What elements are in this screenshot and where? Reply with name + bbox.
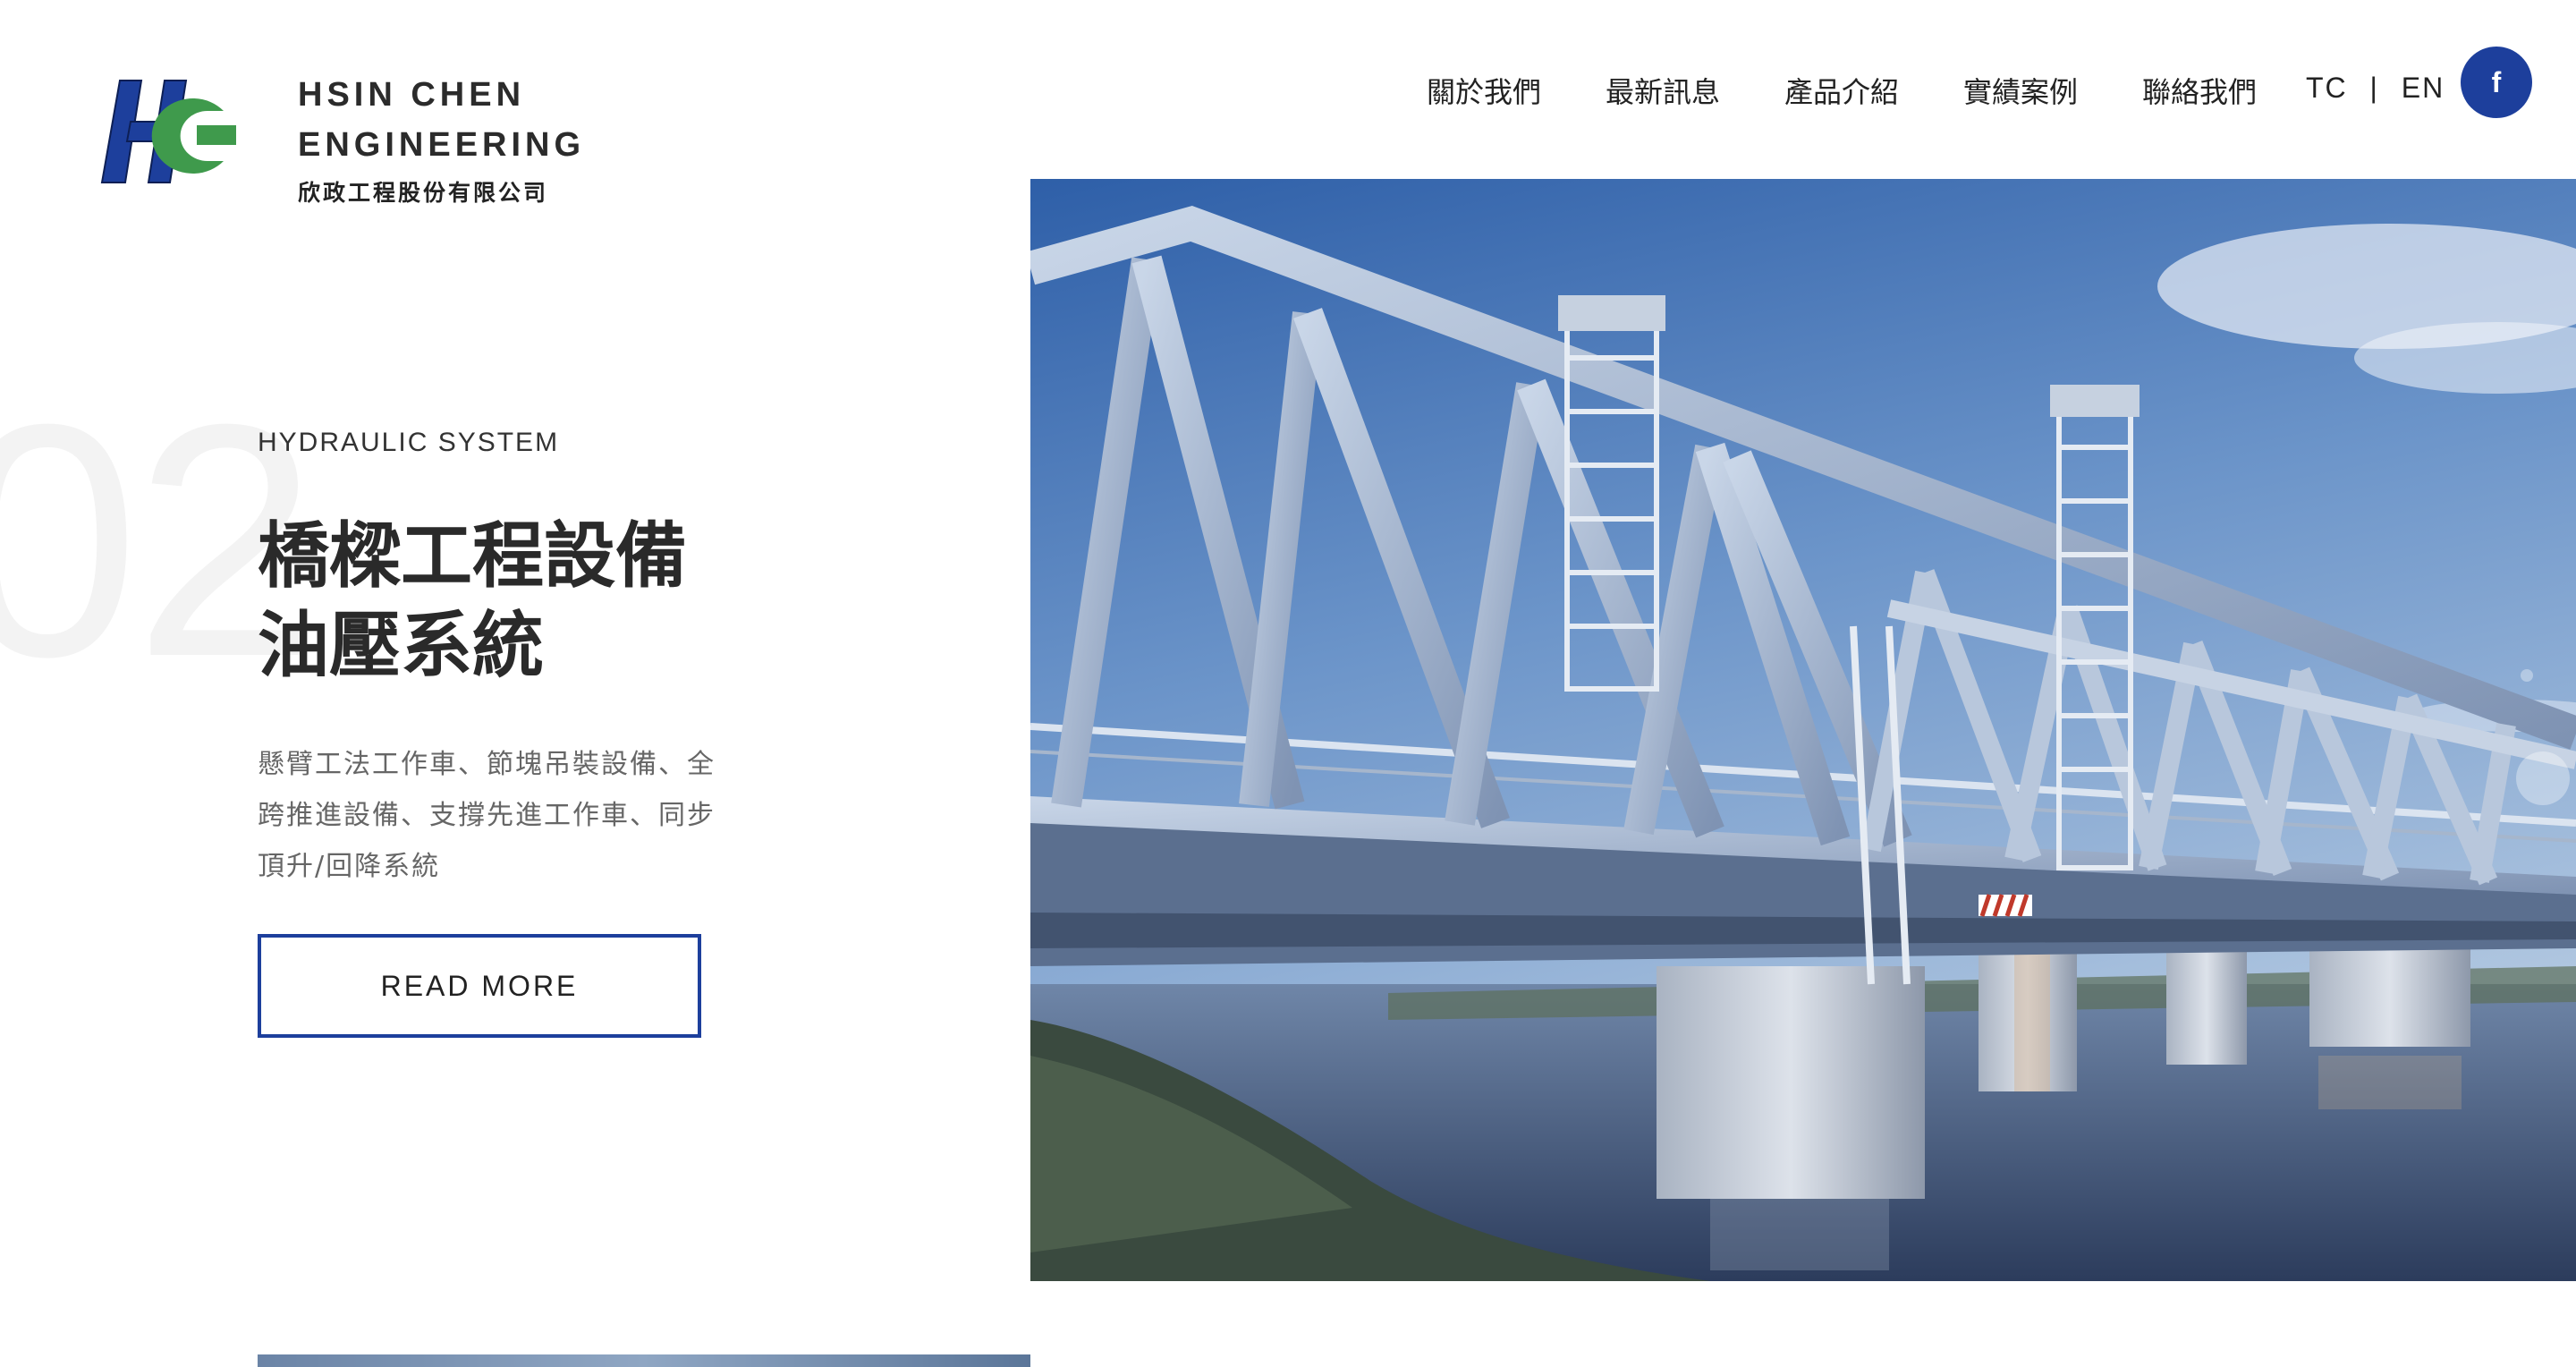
brand-name-en-line2: ENGINEERING	[298, 126, 586, 164]
slide-subtitle: HYDRAULIC SYSTEM	[258, 428, 560, 457]
slide-description: 懸臂工法工作車、節塊吊裝設備、全 跨推進設備、支撐先進工作車、同步 頂升/回降系…	[258, 739, 758, 892]
nav-item-contact[interactable]: 聯絡我們	[2142, 70, 2257, 111]
carousel-indicator[interactable]	[2516, 751, 2570, 805]
nav-item-news[interactable]: 最新訊息	[1606, 70, 1720, 111]
lang-separator: |	[2369, 72, 2379, 104]
nav-item-cases[interactable]: 實績案例	[1963, 70, 2078, 111]
bridge-illustration	[1030, 179, 2576, 1281]
slide-title: 橋樑工程設備 油壓系統	[258, 512, 687, 691]
slide-title-line1: 橋樑工程設備	[258, 514, 687, 598]
slide-title-line2: 油壓系統	[258, 604, 544, 687]
lang-en[interactable]: EN	[2402, 72, 2445, 104]
brand-name-zh: 欣政工程股份有限公司	[298, 180, 549, 206]
brand-name-en-line1: HSIN CHEN	[298, 76, 526, 114]
brand-name-en[interactable]: HSIN CHEN ENGINEERING	[298, 70, 585, 170]
nav-item-products[interactable]: 產品介紹	[1784, 70, 1899, 111]
lang-tc[interactable]: TC	[2306, 72, 2348, 104]
slide-description-line2: 跨推進設備、支撐先進工作車、同步	[258, 800, 716, 831]
language-switcher: TC | EN	[2306, 72, 2445, 105]
carousel-dot[interactable]	[2521, 669, 2533, 682]
nav-item-about[interactable]: 關於我們	[1427, 70, 1541, 111]
slide-description-line1: 懸臂工法工作車、節塊吊裝設備、全	[258, 749, 716, 780]
facebook-icon[interactable]: f	[2461, 47, 2532, 118]
company-logo-icon[interactable]	[89, 75, 240, 195]
next-section-image-edge	[258, 1354, 1030, 1367]
slide-description-line3: 頂升/回降系統	[258, 851, 441, 882]
hero-bridge-image	[1030, 179, 2576, 1281]
facebook-glyph: f	[2491, 65, 2502, 98]
read-more-button[interactable]: READ MORE	[258, 934, 701, 1038]
